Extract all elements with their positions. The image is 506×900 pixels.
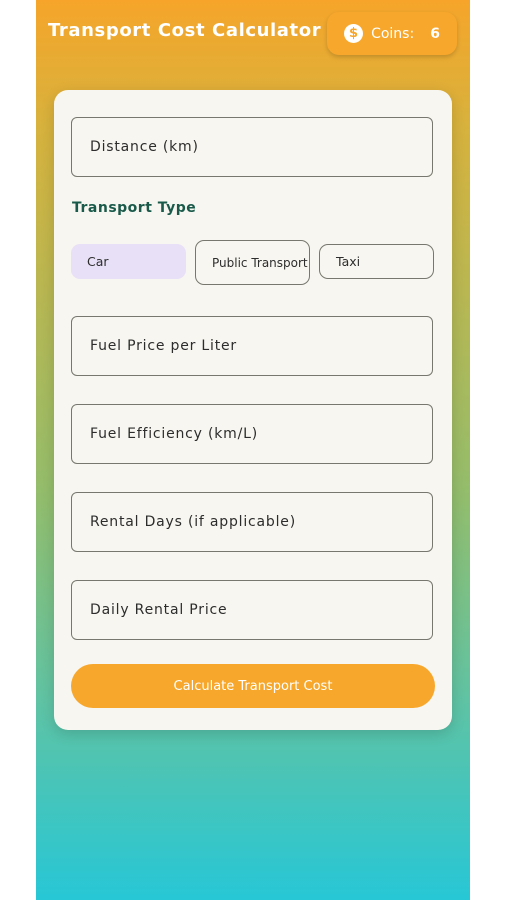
transport-type-label: Transport Type (72, 200, 197, 216)
transport-type-taxi[interactable]: Taxi (319, 244, 434, 279)
fuel-efficiency-placeholder: Fuel Efficiency (km/L) (90, 426, 258, 442)
calculator-card: Distance (km) Transport Type Car Public … (54, 90, 452, 730)
fuel-efficiency-input[interactable]: Fuel Efficiency (km/L) (71, 404, 433, 464)
rental-days-placeholder: Rental Days (if applicable) (90, 514, 296, 530)
dollar-coin-icon: $ (344, 24, 364, 43)
calculate-button[interactable]: Calculate Transport Cost (71, 664, 435, 708)
daily-rental-price-input[interactable]: Daily Rental Price (71, 580, 433, 640)
fuel-price-input[interactable]: Fuel Price per Liter (71, 316, 433, 376)
transport-type-car[interactable]: Car (71, 244, 186, 279)
coins-label: Coins: (371, 25, 415, 42)
app-screen: Transport Cost Calculator $ Coins: 6 Dis… (36, 0, 470, 900)
coins-badge[interactable]: $ Coins: 6 (327, 12, 457, 55)
coins-value: 6 (430, 25, 440, 42)
public-transport-label: Public Transport (212, 255, 308, 270)
transport-type-public[interactable]: Public Transport (195, 240, 310, 285)
fuel-price-placeholder: Fuel Price per Liter (90, 338, 237, 354)
distance-placeholder: Distance (km) (90, 139, 199, 155)
daily-rental-placeholder: Daily Rental Price (90, 602, 228, 618)
distance-input[interactable]: Distance (km) (71, 117, 433, 177)
app-title: Transport Cost Calculator (48, 20, 322, 41)
rental-days-input[interactable]: Rental Days (if applicable) (71, 492, 433, 552)
